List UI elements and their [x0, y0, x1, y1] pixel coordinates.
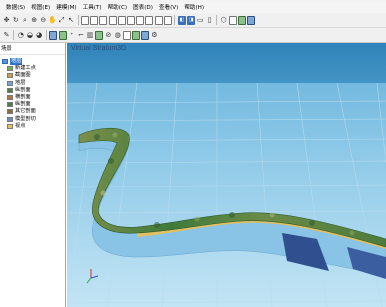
paint-icon[interactable]: ◔: [17, 31, 25, 40]
select-icon[interactable]: ↖: [67, 16, 75, 25]
surface-icon[interactable]: ◒: [26, 31, 34, 40]
layer-icon: [7, 73, 13, 79]
contour-icon[interactable]: ◍: [114, 31, 122, 40]
tree-item-label: 其它剖面: [15, 108, 36, 115]
view-side-icon[interactable]: ▯: [206, 16, 214, 25]
drill-icon[interactable]: [49, 30, 58, 40]
layer-icon: [7, 102, 13, 108]
fault-icon[interactable]: ⌐: [77, 31, 85, 40]
box-icon[interactable]: [154, 15, 163, 25]
tree-item-label: 地层: [15, 79, 26, 86]
scene-tree: 地层 新建工点 截面图 地层 纵剖面 横剖面 纵剖面 其它剖面 模型剖切 视点: [0, 58, 65, 130]
menu-data[interactable]: 数据(S): [0, 3, 28, 13]
tree-item[interactable]: 模型剖切: [0, 116, 65, 123]
tree-item[interactable]: 截面图: [0, 72, 65, 79]
menu-help[interactable]: 帮助(H): [181, 3, 207, 13]
settings-icon[interactable]: ⚙: [150, 31, 158, 40]
box-icon[interactable]: [108, 15, 117, 25]
tree-item-label: 模型剖切: [15, 115, 36, 122]
box-icon[interactable]: [99, 15, 108, 25]
export-icon[interactable]: [132, 30, 141, 40]
viewport-scene[interactable]: [67, 43, 386, 307]
layers-icon[interactable]: ⬡: [220, 16, 228, 25]
tree-item-label: 横剖面: [15, 94, 31, 101]
terrain-icon[interactable]: [95, 30, 104, 40]
grid-icon[interactable]: [122, 30, 131, 40]
move-icon[interactable]: ✥: [3, 16, 11, 25]
layer-icon: [7, 123, 13, 129]
menu-tools[interactable]: 工具(T): [80, 3, 105, 13]
zoom-in-icon[interactable]: ⊕: [30, 16, 38, 25]
layer-icon: [7, 95, 13, 101]
cut-icon[interactable]: ⊘: [104, 31, 112, 40]
tree-item-label: 纵剖面: [15, 86, 31, 93]
zoom-out-icon[interactable]: ⊖: [39, 16, 47, 25]
zoom-box-icon[interactable]: ⌕: [21, 16, 29, 25]
menu-help-c[interactable]: 帮助(C): [105, 3, 130, 13]
cube-icon[interactable]: [228, 15, 237, 25]
toolbar-separator: [45, 30, 47, 40]
toolbar-separator: [13, 30, 15, 40]
volume-icon[interactable]: ◕: [35, 31, 43, 40]
toolbar-separator: [77, 15, 79, 25]
viewport-title: Virtual Stratum3D: [71, 45, 127, 52]
tree-item[interactable]: 视点: [0, 123, 65, 130]
toolbar-separator: [216, 15, 218, 25]
main-toolbar: ✥ ↻ ⌕ ⊕ ⊖ ✋ ⤢ ↖ ◧ ◨ ▭ ▯ ⬡: [0, 13, 386, 28]
toolbar-separator: [174, 15, 176, 25]
box-icon[interactable]: [90, 15, 99, 25]
menu-model[interactable]: 建模(M): [53, 3, 79, 13]
ground-plane: [67, 83, 386, 307]
cube-blue-icon[interactable]: [247, 15, 256, 25]
layer-icon: [7, 66, 13, 72]
tree-item[interactable]: 其它剖面: [0, 108, 65, 115]
tree-item[interactable]: 纵剖面: [0, 87, 65, 94]
box-icon[interactable]: [127, 15, 136, 25]
layer-icon: [7, 87, 13, 93]
view-3d-icon[interactable]: ◧: [177, 15, 186, 25]
menu-query[interactable]: 查看(V): [156, 3, 181, 13]
map-icon[interactable]: ▥: [86, 31, 94, 40]
tree-item[interactable]: 地层: [0, 80, 65, 87]
panel-header: 场景: [0, 43, 65, 55]
menu-chart[interactable]: 图表(D): [130, 3, 156, 13]
import-icon[interactable]: [141, 30, 150, 40]
pan-icon[interactable]: ✋: [48, 16, 57, 25]
box-icon[interactable]: [81, 15, 90, 25]
layer-icon: [7, 116, 13, 122]
section-icon[interactable]: [58, 30, 67, 40]
view-top-icon[interactable]: ◨: [187, 15, 196, 25]
menu-view[interactable]: 视图(E): [28, 3, 53, 13]
wand-icon[interactable]: ✎: [3, 31, 11, 40]
3d-viewport[interactable]: Virtual Stratum3D: [67, 43, 386, 307]
tree-item-label: 截面图: [15, 72, 31, 79]
rotate-icon[interactable]: ↻: [12, 16, 20, 25]
menu-bar: 数据(S) 视图(E) 建模(M) 工具(T) 帮助(C) 图表(D) 查看(V…: [0, 3, 386, 13]
box-icon[interactable]: [163, 15, 172, 25]
tree-item[interactable]: 横剖面: [0, 94, 65, 101]
folder-icon: [2, 59, 8, 65]
tree-item[interactable]: 新建工点: [0, 65, 65, 72]
layer-icon: [7, 80, 13, 86]
tree-item-label: 视点: [15, 122, 26, 129]
scene-tree-panel: 场景 地层 新建工点 截面图 地层 纵剖面 横剖面 纵剖面 其它剖面 模型剖切 …: [0, 43, 66, 307]
layer-icon: [7, 109, 13, 115]
box-icon[interactable]: [136, 15, 145, 25]
box-icon[interactable]: [117, 15, 126, 25]
box-icon[interactable]: [145, 15, 154, 25]
zoom-extents-icon[interactable]: ⤢: [58, 16, 66, 25]
tunnel-icon[interactable]: ᐩ: [68, 31, 76, 40]
secondary-toolbar: ✎ ◔ ◒ ◕ ᐩ ⌐ ▥ ⊘ ◍ ⚙: [0, 28, 386, 43]
view-front-icon[interactable]: ▭: [196, 16, 204, 25]
cube-green-icon[interactable]: [238, 15, 247, 25]
